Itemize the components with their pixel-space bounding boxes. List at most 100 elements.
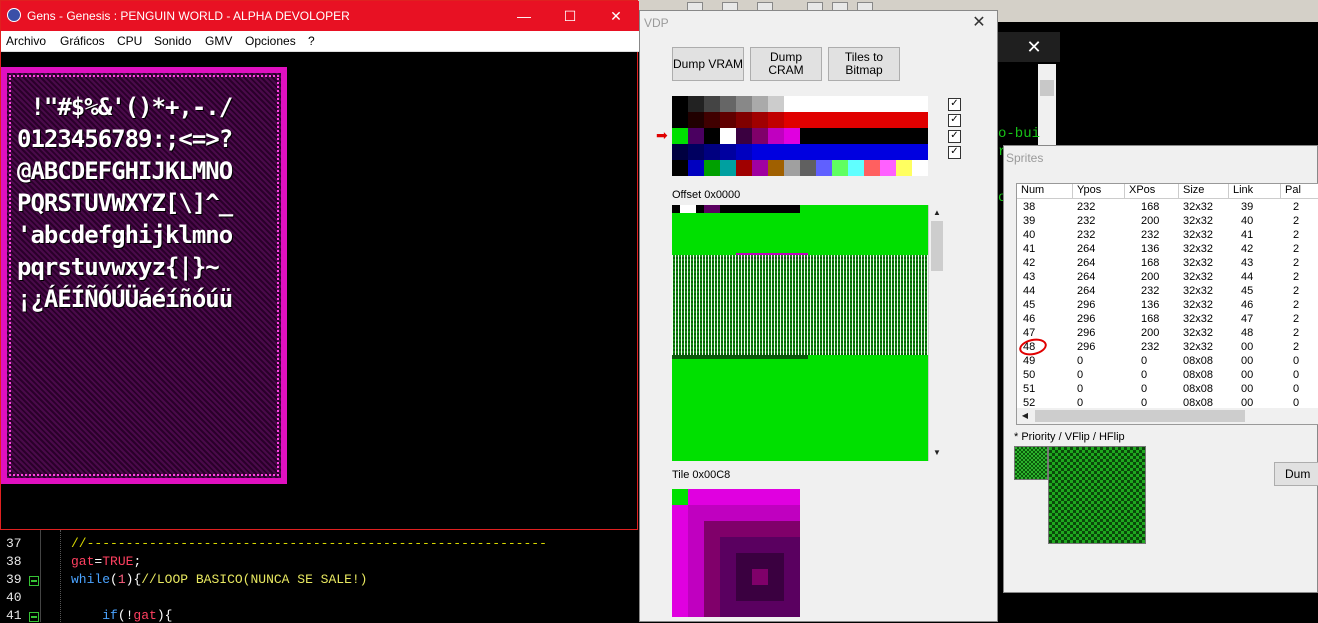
table-cell[interactable]: 32x32	[1183, 257, 1213, 269]
table-cell[interactable]: 32x32	[1183, 271, 1213, 283]
tiles-to-bitmap-button[interactable]: Tiles to Bitmap	[828, 47, 900, 81]
palette-swatch[interactable]	[688, 144, 704, 160]
palette-swatch[interactable]	[736, 128, 752, 144]
palette-swatch[interactable]	[672, 144, 688, 160]
palette-swatch[interactable]	[720, 160, 736, 176]
table-cell[interactable]: 232	[1141, 229, 1159, 241]
palette-swatch[interactable]	[672, 128, 688, 144]
palette-swatch[interactable]	[832, 144, 848, 160]
palette-checkbox[interactable]: ✓	[948, 146, 961, 159]
palette-swatch[interactable]	[752, 128, 768, 144]
table-cell[interactable]: 40	[1241, 215, 1253, 227]
palette-swatch[interactable]	[896, 160, 912, 176]
table-cell[interactable]: 232	[1077, 201, 1095, 213]
table-cell[interactable]: 32x32	[1183, 327, 1213, 339]
table-cell[interactable]: 32x32	[1183, 341, 1213, 353]
table-cell[interactable]: 0	[1141, 383, 1147, 395]
palette-swatch[interactable]	[720, 96, 736, 112]
palette-checkbox[interactable]: ✓	[948, 130, 961, 143]
table-cell[interactable]: 200	[1141, 271, 1159, 283]
code-editor[interactable]: 37 //-----------------------------------…	[0, 530, 640, 623]
palette-swatch[interactable]	[864, 160, 880, 176]
palette-swatch[interactable]	[864, 96, 880, 112]
table-cell[interactable]: 32x32	[1183, 215, 1213, 227]
table-cell[interactable]: 0	[1293, 369, 1299, 381]
table-cell[interactable]: 296	[1077, 327, 1095, 339]
game-screen[interactable]: !"#$%&'()*+,-./ 0123456789:;<=>? @ABCDEF…	[1, 67, 287, 484]
palette-swatch[interactable]	[688, 128, 704, 144]
table-cell[interactable]: 200	[1141, 215, 1159, 227]
table-cell[interactable]: 40	[1023, 229, 1035, 241]
palette-swatch[interactable]	[864, 128, 880, 144]
palette-swatch[interactable]	[912, 112, 928, 128]
menu-graficos[interactable]: Gráficos	[60, 34, 105, 48]
table-cell[interactable]: 232	[1077, 215, 1095, 227]
palette-swatch[interactable]	[704, 144, 720, 160]
palette-swatch[interactable]	[832, 128, 848, 144]
palette-swatch[interactable]	[848, 96, 864, 112]
terminal-close-icon[interactable]: ✕	[1022, 36, 1046, 58]
terminal-scrollbar[interactable]	[1038, 64, 1056, 154]
scroll-thumb[interactable]	[1035, 410, 1245, 422]
table-cell[interactable]: 136	[1141, 243, 1159, 255]
dump-cram-button[interactable]: Dump CRAM	[750, 47, 822, 81]
code-line[interactable]: if(!gat){	[71, 608, 172, 623]
palette-swatch[interactable]	[816, 112, 832, 128]
table-cell[interactable]: 38	[1023, 201, 1035, 213]
table-cell[interactable]: 49	[1023, 355, 1035, 367]
palette-swatch[interactable]	[784, 160, 800, 176]
palette-swatch[interactable]	[864, 144, 880, 160]
palette-swatch[interactable]	[704, 112, 720, 128]
palette-swatch[interactable]	[816, 128, 832, 144]
table-cell[interactable]: 42	[1241, 243, 1253, 255]
palette-swatch[interactable]	[848, 144, 864, 160]
dump-vram-button[interactable]: Dump VRAM	[672, 47, 744, 81]
table-cell[interactable]: 44	[1023, 285, 1035, 297]
table-cell[interactable]: 2	[1293, 313, 1299, 325]
table-cell[interactable]: 0	[1293, 383, 1299, 395]
fold-toggle-icon[interactable]	[29, 612, 39, 622]
table-cell[interactable]: 47	[1023, 327, 1035, 339]
table-cell[interactable]: 296	[1077, 299, 1095, 311]
minimize-button[interactable]: —	[501, 1, 547, 31]
column-header[interactable]: XPos	[1125, 184, 1179, 199]
table-cell[interactable]: 32x32	[1183, 243, 1213, 255]
column-header[interactable]: Size	[1179, 184, 1229, 199]
palette-swatch[interactable]	[912, 144, 928, 160]
palette-swatch[interactable]	[800, 144, 816, 160]
table-cell[interactable]: 32x32	[1183, 313, 1213, 325]
table-cell[interactable]: 39	[1241, 201, 1253, 213]
palette-swatch[interactable]	[912, 96, 928, 112]
table-cell[interactable]: 08x08	[1183, 383, 1213, 395]
palette-swatch[interactable]	[848, 160, 864, 176]
table-cell[interactable]: 46	[1241, 299, 1253, 311]
menu-help[interactable]: ?	[308, 34, 315, 48]
palette-swatch[interactable]	[848, 112, 864, 128]
table-cell[interactable]: 43	[1241, 257, 1253, 269]
column-header[interactable]: Num	[1017, 184, 1073, 199]
table-cell[interactable]: 50	[1023, 369, 1035, 381]
table-cell[interactable]: 2	[1293, 257, 1299, 269]
scroll-up-icon[interactable]: ▲	[931, 207, 943, 219]
palette-swatch[interactable]	[896, 96, 912, 112]
palette-swatch[interactable]	[672, 160, 688, 176]
fold-toggle-icon[interactable]	[29, 576, 39, 586]
table-cell[interactable]: 47	[1241, 313, 1253, 325]
code-line[interactable]: //--------------------------------------…	[71, 536, 547, 551]
vdp-close-icon[interactable]: ✕	[967, 13, 991, 33]
code-line[interactable]: gat=TRUE;	[71, 554, 141, 569]
palette-swatch[interactable]	[816, 160, 832, 176]
palette-row[interactable]	[672, 160, 928, 176]
palette-checkbox[interactable]: ✓	[948, 114, 961, 127]
palette-swatch[interactable]	[912, 160, 928, 176]
palette-swatch[interactable]	[768, 160, 784, 176]
palette-swatch[interactable]	[864, 112, 880, 128]
menu-cpu[interactable]: CPU	[117, 34, 142, 48]
table-cell[interactable]: 45	[1241, 285, 1253, 297]
vram-scrollbar[interactable]: ▲ ▼	[928, 205, 945, 461]
palette-swatch[interactable]	[720, 128, 736, 144]
palette-swatch[interactable]	[704, 96, 720, 112]
palette-swatch[interactable]	[912, 128, 928, 144]
close-button[interactable]: ✕	[593, 1, 639, 31]
table-cell[interactable]: 0	[1293, 355, 1299, 367]
